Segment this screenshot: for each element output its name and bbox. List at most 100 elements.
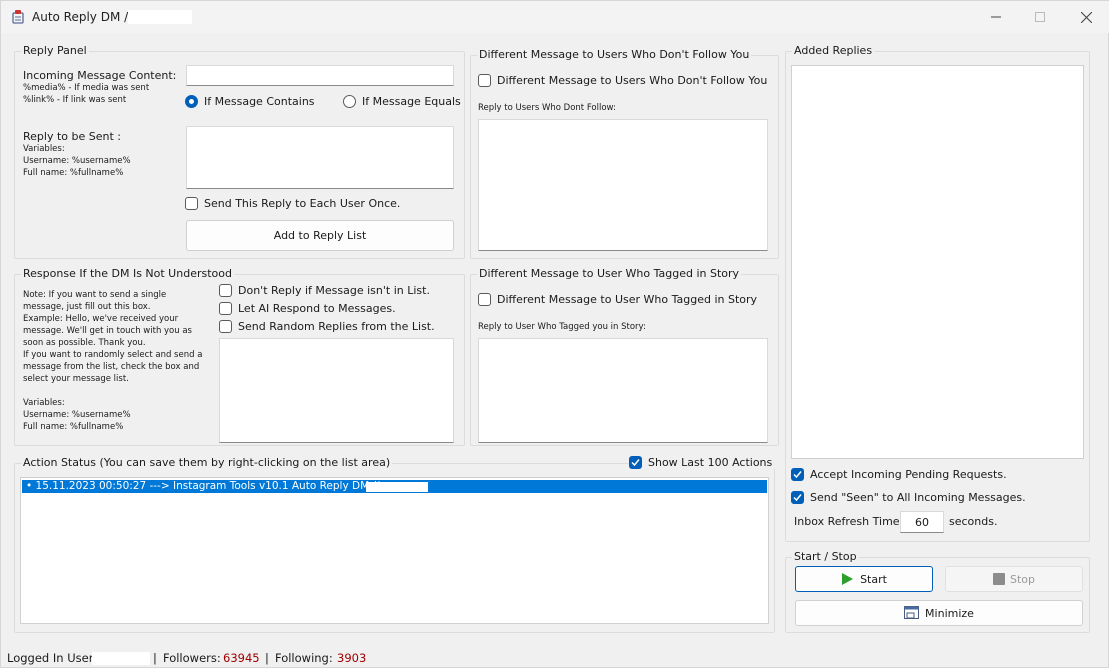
tagged-story-title: Different Message to User Who Tagged in … [477,267,742,280]
stop-button[interactable]: Stop [945,566,1083,592]
start-button[interactable]: Start [795,566,933,592]
list-item-text: 15.11.2023 00:50:27 ---> Instagram Tools… [35,480,380,492]
if-message-equals-radio[interactable]: If Message Equals [343,95,461,108]
status-separator: | [153,651,157,665]
refresh-time-label: Inbox Refresh Time: [794,515,904,528]
added-replies-list[interactable] [791,65,1084,459]
note-line: If you want to randomly select and send … [23,350,203,360]
if-message-equals-label: If Message Equals [362,95,461,108]
redacted-username [128,10,192,24]
not-understood-textarea[interactable] [219,338,454,443]
app-window: Auto Reply DM // Reply Panel Incoming Me… [0,0,1109,668]
close-icon [1080,11,1092,23]
incoming-media-note: %media% - If media was sent [23,83,150,93]
added-replies-title: Added Replies [792,44,875,57]
start-label: Start [860,572,887,586]
note-line: message from the list, check the box and [23,362,200,372]
minimize-window-icon [904,606,920,619]
note-line: Note: If you want to send a single [23,290,167,300]
minimize-label: Minimize [925,606,974,620]
non-followers-field-label: Reply to Users Who Dont Follow: [478,103,616,113]
dont-reply-label: Don't Reply if Message isn't in List. [238,284,430,297]
if-message-contains-label: If Message Contains [204,95,315,108]
note-line: select your message list. [23,374,129,384]
reply-fullname-note: Full name: %fullname% [23,168,124,178]
incoming-message-input[interactable] [186,65,454,86]
play-icon [842,573,854,585]
refresh-time-unit: seconds. [949,515,998,528]
accept-pending-checkbox[interactable]: Accept Incoming Pending Requests. [791,468,1007,481]
minimize-window-button[interactable] [973,1,1019,33]
add-to-reply-list-button[interactable]: Add to Reply List [186,220,454,251]
accept-pending-label: Accept Incoming Pending Requests. [810,468,1007,481]
checkbox-box [185,197,198,210]
note-line: message, just fill out this box. [23,302,151,312]
tagged-story-check-label: Different Message to User Who Tagged in … [497,293,758,306]
incoming-link-note: %link% - If link was sent [23,95,127,105]
non-followers-textarea[interactable] [478,119,768,251]
redacted-username [366,482,428,492]
tagged-story-checkbox[interactable]: Different Message to User Who Tagged in … [478,293,757,306]
checkbox-box [791,468,804,481]
maximize-window-button[interactable] [1017,1,1063,33]
note-line: Variables: [23,398,65,408]
reply-to-send-label: Reply to be Sent : [23,130,121,143]
followers-label: Followers: [163,651,221,665]
reply-variables-note: Variables: [23,144,65,154]
maximize-icon [1035,12,1045,22]
ai-respond-checkbox[interactable]: Let AI Respond to Messages. [219,302,396,315]
send-seen-label: Send "Seen" to All Incoming Messages. [810,491,1026,504]
non-followers-title: Different Message to Users Who Don't Fol… [477,48,752,61]
stop-icon [992,573,1005,585]
random-replies-checkbox[interactable]: Send Random Replies from the List. [219,320,435,333]
following-count: 3903 [337,651,367,665]
checkbox-box [219,320,232,333]
checkmark-icon [793,471,802,479]
if-message-contains-radio[interactable]: If Message Contains [185,95,315,108]
checkbox-box [478,74,491,87]
checkbox-box [791,491,804,504]
minimize-app-button[interactable]: Minimize [795,600,1083,626]
title-bar: Auto Reply DM // [1,1,1109,33]
incoming-message-label: Incoming Message Content: [23,69,177,82]
list-item-bullet: • [26,480,36,492]
action-status-title: Action Status (You can save them by righ… [21,456,393,469]
action-status-list[interactable]: • 15.11.2023 00:50:27 ---> Instagram Too… [20,477,769,624]
radio-unselected-indicator [343,95,356,108]
logged-in-label: Logged In User: [7,651,98,665]
minimize-icon [991,16,1001,18]
app-icon [12,10,24,24]
dont-reply-checkbox[interactable]: Don't Reply if Message isn't in List. [219,284,430,297]
stop-label: Stop [1009,572,1035,586]
followers-count: 63945 [223,651,260,665]
show-last-100-checkbox[interactable]: Show Last 100 Actions [629,456,777,469]
checkmark-icon [631,459,640,467]
tagged-story-textarea[interactable] [478,338,768,443]
note-line: Example: Hello, we've received your [23,314,179,324]
checkbox-box [219,302,232,315]
redacted-username [92,652,150,665]
note-line: Username: %username% [23,410,131,420]
note-line: Full name: %fullname% [23,422,124,432]
note-line: message. We'll get in touch with you as [23,326,192,336]
status-separator: | [265,651,269,665]
close-window-button[interactable] [1063,1,1109,33]
random-replies-label: Send Random Replies from the List. [238,320,435,333]
not-understood-title: Response If the DM Is Not Understood [21,267,234,280]
reply-to-send-textarea[interactable] [186,126,454,189]
non-followers-checkbox[interactable]: Different Message to Users Who Don't Fol… [478,74,767,87]
send-seen-checkbox[interactable]: Send "Seen" to All Incoming Messages. [791,491,1026,504]
checkbox-box [629,456,642,469]
ai-respond-label: Let AI Respond to Messages. [238,302,396,315]
checkbox-box [478,293,491,306]
send-once-label: Send This Reply to Each User Once. [204,197,401,210]
reply-panel-title: Reply Panel [21,44,89,57]
refresh-time-input[interactable]: 60 [900,511,944,533]
non-followers-check-label: Different Message to Users Who Don't Fol… [497,74,768,87]
reply-username-note: Username: %username% [23,156,131,166]
status-bar: Logged In User: | Followers: 63945 | Fol… [1,647,1109,668]
window-title: Auto Reply DM // [32,10,133,24]
radio-selected-indicator [185,95,198,108]
send-once-checkbox[interactable]: Send This Reply to Each User Once. [185,197,400,210]
checkmark-icon [793,494,802,502]
